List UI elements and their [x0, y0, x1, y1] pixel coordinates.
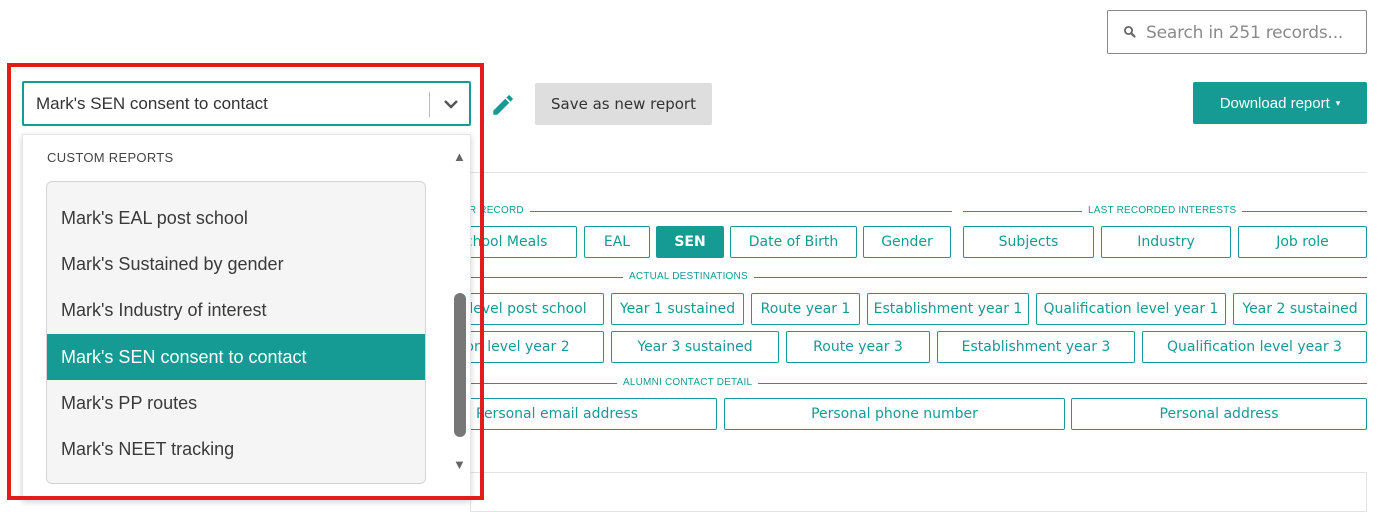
download-report-button[interactable]: Download report ▾ [1193, 82, 1367, 124]
tag-gender[interactable]: Gender [863, 226, 951, 258]
tag-establishment-year1[interactable]: Establishment year 1 [867, 293, 1029, 325]
caret-down-icon: ▾ [1335, 97, 1341, 108]
tag-year2-sustained[interactable]: Year 2 sustained [1233, 293, 1367, 325]
tag-route-year1[interactable]: Route year 1 [751, 293, 860, 325]
tag-establishment-year3[interactable]: Establishment year 3 [937, 331, 1135, 363]
alumni-contact-detail-heading: ALUMNI CONTACT DETAIL [617, 377, 759, 388]
tag-date-of-birth[interactable]: Date of Birth [730, 226, 857, 258]
alumni-contact-line [470, 383, 1367, 384]
tag-sen[interactable]: SEN [656, 226, 724, 258]
tag-year1-sustained[interactable]: Year 1 sustained [611, 293, 744, 325]
tag-subjects[interactable]: Subjects [963, 226, 1094, 258]
tag-qualification-level-year3[interactable]: Qualification level year 3 [1142, 331, 1367, 363]
tag-industry[interactable]: Industry [1101, 226, 1231, 258]
tag-personal-email[interactable]: Personal email address [455, 398, 717, 430]
search-input[interactable]: Search in 251 records... [1107, 10, 1367, 54]
tag-personal-address[interactable]: Personal address [1071, 398, 1367, 430]
tag-route-year3[interactable]: Route year 3 [786, 331, 930, 363]
last-recorded-interests-heading: LAST RECORDED INTERESTS [1082, 205, 1243, 216]
report-table-container [470, 472, 1367, 512]
tag-qualification-level-year1[interactable]: Qualification level year 1 [1036, 293, 1226, 325]
actual-destinations-line [470, 277, 1367, 278]
search-placeholder: Search in 251 records... [1146, 23, 1344, 43]
pencil-icon[interactable] [490, 92, 516, 118]
tag-job-role[interactable]: Job role [1238, 226, 1367, 258]
actual-destinations-heading: ACTUAL DESTINATIONS [623, 271, 754, 282]
toolbar-divider [470, 172, 1367, 173]
learner-record-line [470, 211, 952, 212]
tag-eal[interactable]: EAL [584, 226, 650, 258]
download-report-label: Download report [1219, 94, 1330, 112]
tag-year3-sustained[interactable]: Year 3 sustained [611, 331, 779, 363]
search-icon [1124, 26, 1136, 38]
save-as-new-report-button[interactable]: Save as new report [535, 83, 712, 125]
highlight-box [7, 63, 484, 500]
tag-personal-phone[interactable]: Personal phone number [724, 398, 1065, 430]
